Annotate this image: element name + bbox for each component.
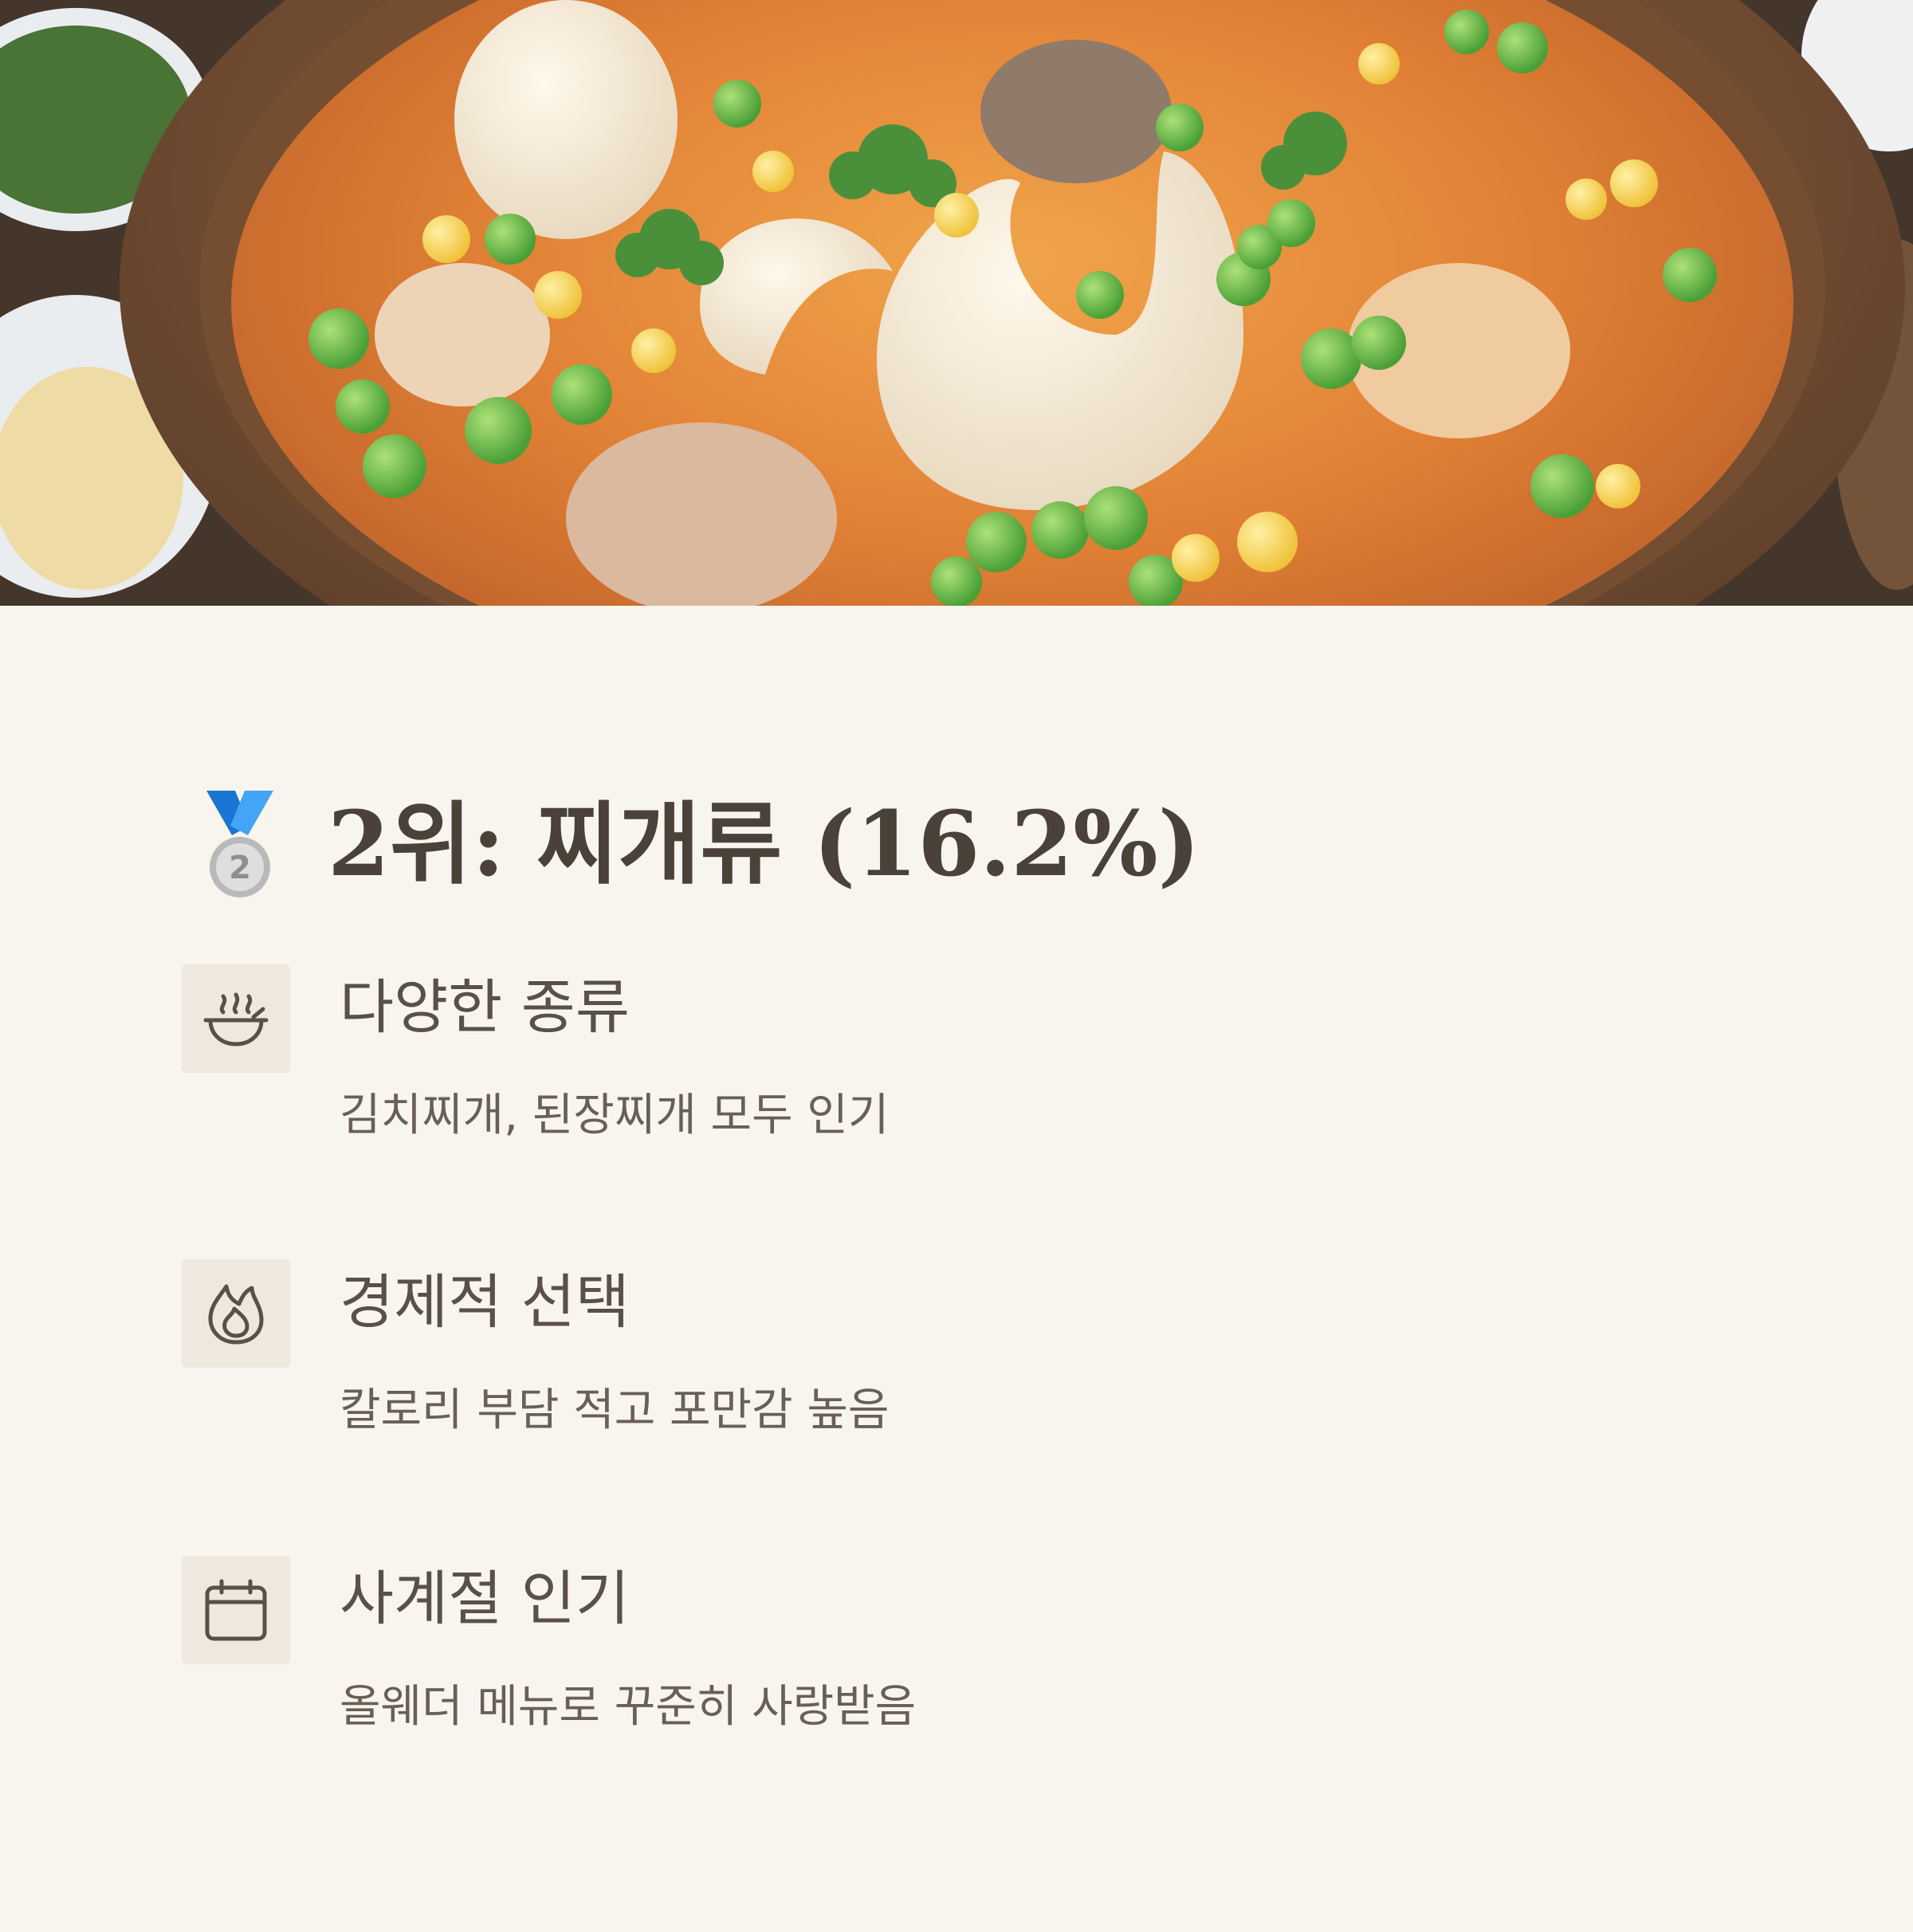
feature-heading: 경제적 선택	[340, 1268, 630, 1337]
silver-medal-icon: 2	[206, 791, 273, 897]
hero-image	[0, 0, 1913, 606]
feature-item-economy: 경제적 선택 칼로리 부담 적고 포만감 높음	[182, 1259, 1696, 1467]
feature-heading: 사계절 인기	[340, 1565, 630, 1633]
stew-photo	[0, 0, 1913, 606]
bowl-steam-icon	[203, 992, 269, 1046]
medal-number: 2	[229, 850, 251, 886]
feature-description: 김치찌개, 된장찌개 모두 인기	[340, 1090, 890, 1141]
page-title: 2위: 찌개류 (16.2%)	[328, 792, 1200, 897]
feature-description: 올웨더 메뉴로 꾸준히 사랑받음	[340, 1681, 917, 1733]
feature-icon-box	[182, 1556, 290, 1664]
feature-icon-box	[182, 1259, 290, 1368]
calendar-icon	[205, 1579, 267, 1641]
flame-icon	[208, 1284, 264, 1345]
content-section: 2 2위: 찌개류 (16.2%) 다양한 종류 김치찌개, 된장찌개 모두 인…	[0, 606, 1913, 1932]
title-row: 2 2위: 찌개류 (16.2%)	[203, 789, 1200, 901]
feature-icon-box	[182, 964, 290, 1073]
feature-item-variety: 다양한 종류 김치찌개, 된장찌개 모두 인기	[182, 964, 1696, 1172]
feature-heading: 다양한 종류	[340, 973, 630, 1042]
feature-item-seasons: 사계절 인기 올웨더 메뉴로 꾸준히 사랑받음	[182, 1556, 1696, 1763]
feature-description: 칼로리 부담 적고 포만감 높음	[340, 1384, 890, 1436]
